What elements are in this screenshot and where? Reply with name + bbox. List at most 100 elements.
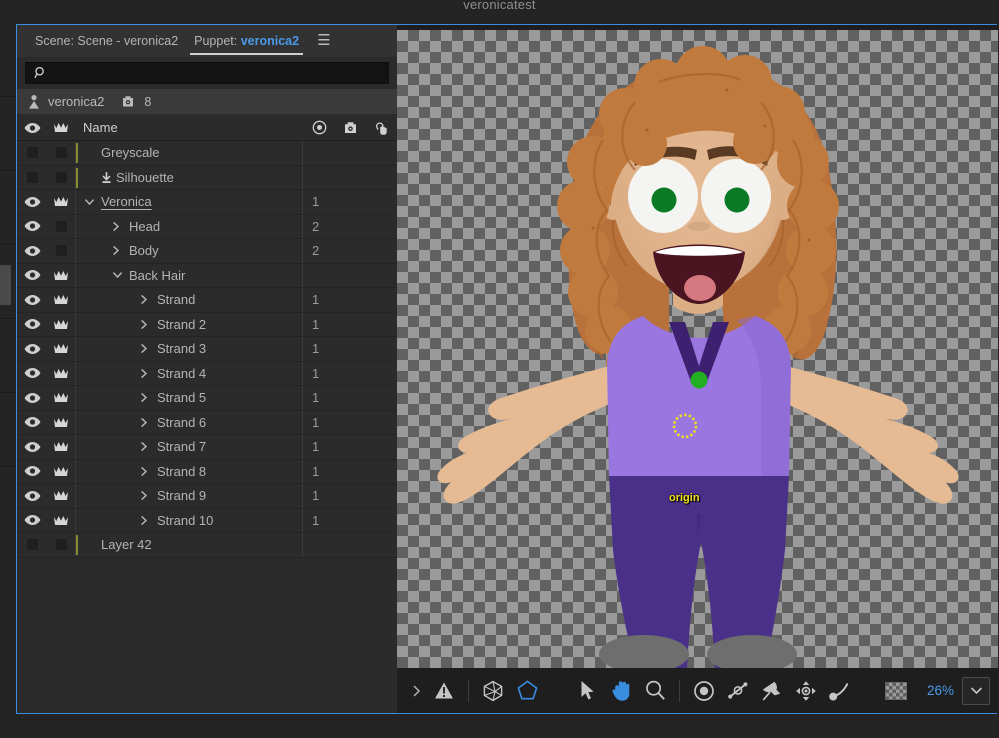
hand-tool[interactable] xyxy=(604,674,638,708)
expand-arrow-icon[interactable] xyxy=(112,221,129,232)
layer-origin-count[interactable] xyxy=(302,165,397,189)
table-row[interactable]: Strand 4 1 xyxy=(17,361,397,386)
show-outline-button[interactable] xyxy=(510,674,544,708)
layer-name-cell[interactable]: Body xyxy=(75,239,302,263)
layer-name-cell[interactable]: Strand 10 xyxy=(75,508,302,532)
crown-icon[interactable] xyxy=(47,416,75,429)
layer-name-cell[interactable]: Strand 8 xyxy=(75,459,302,483)
layer-origin-count[interactable]: 1 xyxy=(302,435,397,459)
expand-arrow-icon[interactable] xyxy=(140,392,157,403)
table-row[interactable]: Body 2 xyxy=(17,239,397,264)
gutter-scroll-thumb[interactable] xyxy=(0,265,11,305)
hamburger-menu-icon[interactable]: ☰ xyxy=(311,25,336,57)
eye-icon[interactable] xyxy=(17,490,47,502)
table-row[interactable]: Strand 7 1 xyxy=(17,435,397,460)
eye-icon[interactable] xyxy=(17,343,47,355)
origin-tool[interactable] xyxy=(687,674,721,708)
crown-icon[interactable] xyxy=(47,342,75,355)
layer-origin-count[interactable]: 1 xyxy=(302,459,397,483)
collapse-arrow-icon[interactable] xyxy=(112,271,129,279)
eye-icon[interactable] xyxy=(17,416,47,428)
layer-name-cell[interactable]: Back Hair xyxy=(75,263,302,287)
eye-icon[interactable] xyxy=(17,441,47,453)
layer-origin-count[interactable]: 2 xyxy=(302,214,397,238)
expand-arrow-icon[interactable] xyxy=(140,515,157,526)
visibility-placeholder[interactable] xyxy=(17,171,47,183)
eye-icon[interactable] xyxy=(17,514,47,526)
transparency-grid-toggle[interactable] xyxy=(879,674,913,708)
layers-list[interactable]: Greyscale Silhouette Veronica 1 Head 2 Body 2 Ba… xyxy=(17,141,397,576)
table-row[interactable]: Strand 5 1 xyxy=(17,386,397,411)
eye-icon[interactable] xyxy=(17,318,47,330)
layer-name-cell[interactable]: Strand 4 xyxy=(75,361,302,385)
search-box[interactable] xyxy=(25,62,389,84)
expand-arrow-icon[interactable] xyxy=(112,245,129,256)
expand-arrow-icon[interactable] xyxy=(140,319,157,330)
tab-puppet[interactable]: Puppet: veronica2 xyxy=(186,25,307,57)
tab-scene[interactable]: Scene: Scene - veronica2 xyxy=(27,25,186,57)
layer-origin-count[interactable]: 1 xyxy=(302,484,397,508)
selection-tool[interactable] xyxy=(570,674,604,708)
crown-icon[interactable] xyxy=(47,489,75,502)
crown-icon[interactable] xyxy=(47,195,75,208)
expand-arrow-icon[interactable] xyxy=(140,417,157,428)
layer-origin-count[interactable]: 2 xyxy=(302,239,397,263)
eye-icon[interactable] xyxy=(17,367,47,379)
table-row[interactable]: Strand 6 1 xyxy=(17,410,397,435)
layer-origin-count[interactable]: 1 xyxy=(302,190,397,214)
layer-name-cell[interactable]: Layer 42 xyxy=(75,533,302,557)
table-row[interactable]: Silhouette xyxy=(17,165,397,190)
layer-name-cell[interactable]: Strand xyxy=(75,288,302,312)
table-row[interactable]: Layer 42 xyxy=(17,533,397,558)
expand-arrow-icon[interactable] xyxy=(140,441,157,452)
table-row[interactable]: Strand 10 1 xyxy=(17,508,397,533)
layer-origin-count[interactable]: 1 xyxy=(302,386,397,410)
eye-icon[interactable] xyxy=(17,294,47,306)
table-row[interactable]: Strand 1 xyxy=(17,288,397,313)
layer-origin-count[interactable] xyxy=(302,141,397,165)
expand-arrow-icon[interactable] xyxy=(140,343,157,354)
zoom-dropdown-button[interactable] xyxy=(962,676,990,705)
crown-icon[interactable] xyxy=(47,465,75,478)
puppet-summary-row[interactable]: veronica2 8 xyxy=(17,89,397,115)
expand-arrow-icon[interactable] xyxy=(140,490,157,501)
table-row[interactable]: Veronica 1 xyxy=(17,190,397,215)
layer-name-cell[interactable]: Strand 7 xyxy=(75,435,302,459)
collapse-arrow-icon[interactable] xyxy=(84,198,101,206)
layer-name-cell[interactable]: Strand 9 xyxy=(75,484,302,508)
crown-placeholder[interactable] xyxy=(47,171,75,183)
layer-name-cell[interactable]: Head xyxy=(75,214,302,238)
search-input[interactable] xyxy=(26,63,388,83)
draggable-hand-icon[interactable] xyxy=(366,120,397,136)
show-mesh-button[interactable] xyxy=(476,674,510,708)
crown-placeholder[interactable] xyxy=(47,147,75,159)
stick-tool[interactable] xyxy=(755,674,789,708)
crown-icon[interactable] xyxy=(47,121,75,134)
visibility-placeholder[interactable] xyxy=(17,539,47,551)
origin-icon[interactable] xyxy=(304,120,335,135)
puppet-canvas[interactable]: origin xyxy=(397,30,998,668)
layer-origin-count[interactable]: 1 xyxy=(302,508,397,532)
eye-icon[interactable] xyxy=(17,392,47,404)
layer-origin-count[interactable]: 1 xyxy=(302,337,397,361)
dangle-tool[interactable] xyxy=(721,674,755,708)
crown-icon[interactable] xyxy=(47,440,75,453)
visibility-placeholder[interactable] xyxy=(17,147,47,159)
draggable-tool[interactable] xyxy=(789,674,823,708)
table-row[interactable]: Strand 9 1 xyxy=(17,484,397,509)
layer-origin-count[interactable]: 1 xyxy=(302,312,397,336)
table-row[interactable]: Back Hair xyxy=(17,263,397,288)
table-row[interactable]: Head 2 xyxy=(17,214,397,239)
eye-icon[interactable] xyxy=(17,220,47,232)
zoom-tool[interactable] xyxy=(638,674,672,708)
layer-name-cell[interactable]: Silhouette xyxy=(75,165,302,189)
layer-origin-count[interactable] xyxy=(302,263,397,287)
layer-name-cell[interactable]: Greyscale xyxy=(75,141,302,165)
crown-icon[interactable] xyxy=(47,391,75,404)
dragger-tool[interactable] xyxy=(823,674,857,708)
crown-icon[interactable] xyxy=(47,514,75,527)
crown-icon[interactable] xyxy=(47,367,75,380)
warnings-button[interactable] xyxy=(427,674,461,708)
layer-origin-count[interactable]: 1 xyxy=(302,361,397,385)
expand-toolbar-chevron[interactable] xyxy=(405,674,427,708)
